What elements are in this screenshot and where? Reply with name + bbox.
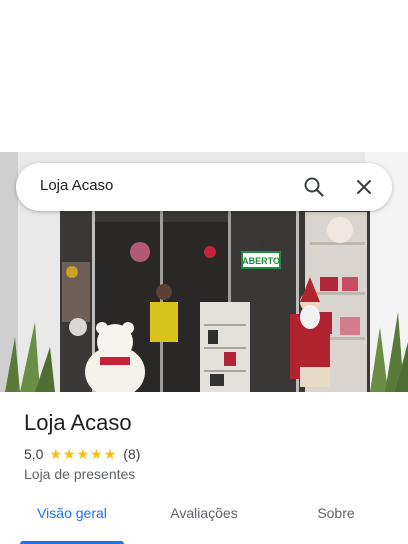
place-info-panel: Loja Acaso 5,0 ★ ★ ★ ★ ★ (8) Loja de pre… [0, 392, 408, 544]
rating-value: 5,0 [24, 446, 44, 462]
tab-bar: Visão geral Avaliações Sobre [0, 502, 408, 544]
rating-row[interactable]: 5,0 ★ ★ ★ ★ ★ (8) [24, 445, 140, 463]
star-icon: ★ [63, 446, 76, 462]
review-count[interactable]: (8) [123, 446, 140, 462]
tab-overview-label: Visão geral [37, 505, 107, 521]
star-icon: ★ [49, 446, 63, 462]
tab-reviews-label: Avaliações [170, 505, 238, 521]
place-category: Loja de presentes [24, 466, 136, 482]
open-sign-text: ABERTO [242, 256, 280, 266]
tab-reviews[interactable]: Avaliações [152, 502, 256, 544]
star-rating: ★ ★ ★ ★ ★ [49, 447, 117, 461]
search-input[interactable]: Loja Acaso [40, 177, 113, 194]
tab-about[interactable]: Sobre [284, 502, 388, 544]
star-icon: ★ [103, 446, 117, 462]
search-bar[interactable]: Loja Acaso [16, 163, 392, 211]
place-title: Loja Acaso [24, 410, 132, 435]
star-icon: ★ [90, 446, 103, 462]
search-icon[interactable] [300, 173, 328, 201]
tab-about-label: Sobre [317, 505, 355, 521]
tab-overview[interactable]: Visão geral [20, 502, 124, 544]
close-icon[interactable] [350, 173, 378, 201]
star-icon: ★ [76, 446, 90, 462]
